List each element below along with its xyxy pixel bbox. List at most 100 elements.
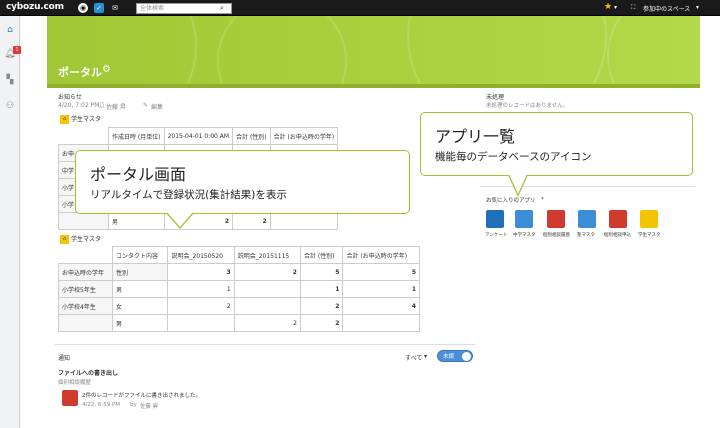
mail-icon[interactable]: ✉ bbox=[110, 3, 120, 13]
announcement-author[interactable]: 佐藤 昇 bbox=[106, 102, 126, 111]
table-cell: 5 bbox=[342, 263, 420, 281]
app-icon-consult-apply[interactable] bbox=[609, 210, 627, 228]
notification-title[interactable]: ファイルへの書き出し bbox=[58, 368, 118, 377]
table-cell: 2 bbox=[233, 314, 301, 332]
table-cell: 小学校4年生 bbox=[58, 297, 113, 315]
app1-name: 学生マスタ bbox=[71, 116, 102, 123]
people-icon[interactable]: ▚ bbox=[2, 72, 18, 88]
app-label[interactable]: アンケート bbox=[485, 232, 507, 238]
notification-message: 2件のレコードがファイルに書き出されました。 bbox=[82, 393, 202, 399]
portal-callout-tail-fill bbox=[167, 212, 193, 227]
app-icon-student-master[interactable] bbox=[640, 210, 658, 228]
cybozu-logo[interactable]: cybozu.com bbox=[6, 2, 64, 12]
search-input[interactable]: 全体検索 bbox=[136, 3, 232, 14]
table-header: コンタクト内容 bbox=[111, 246, 169, 264]
unprocessed-heading: 未処理 bbox=[486, 94, 505, 101]
app-icon-junior-master[interactable] bbox=[515, 210, 533, 228]
table-cell: お申込時の学年 bbox=[58, 263, 113, 281]
spaces-menu[interactable]: 参加中のスペース bbox=[643, 4, 690, 13]
app2-name: 学生マスタ bbox=[71, 236, 102, 243]
pencil-icon[interactable]: ✎ bbox=[143, 102, 148, 109]
table-row: 男 2 2 bbox=[58, 314, 420, 332]
table-cell: 1 bbox=[167, 280, 235, 298]
table-cell: 男 bbox=[111, 280, 169, 298]
notification-author[interactable]: 佐藤 昇 bbox=[140, 402, 158, 410]
unread-toggle[interactable]: 未読 bbox=[437, 350, 473, 362]
app-label[interactable]: 塾マスタ bbox=[577, 232, 595, 238]
portal-callout-subtitle: リアルタイムで登録状況(集計結果)を表示 bbox=[90, 189, 287, 201]
divider bbox=[55, 344, 475, 345]
table-header: 説明会_20150520 bbox=[167, 246, 235, 264]
table-cell: 2 bbox=[232, 212, 271, 230]
table-header: 合計 (性別) bbox=[232, 127, 271, 145]
table-row: コンタクト内容 説明会_20150520 説明会_20151115 合計 (性別… bbox=[59, 246, 420, 264]
app-icon-cram-master[interactable] bbox=[578, 210, 596, 228]
table-cell bbox=[233, 297, 301, 315]
table-header: 合計 (性別) bbox=[299, 246, 344, 264]
portal-banner bbox=[47, 16, 700, 88]
notification-badge: 1 bbox=[13, 46, 21, 54]
gear-icon[interactable]: ⚙ bbox=[102, 64, 111, 75]
favorites-caret-icon[interactable]: ▾ bbox=[541, 196, 544, 202]
favorites-star-icon[interactable]: ★ bbox=[604, 2, 612, 12]
app-icon-survey[interactable] bbox=[486, 210, 504, 228]
apps-callout-title: アプリ一覧 bbox=[435, 127, 516, 146]
announcement-heading: お知らせ bbox=[58, 94, 82, 101]
spaces-caret-icon[interactable]: ▾ bbox=[696, 4, 699, 11]
favorites-heading: お気に入りのアプリ bbox=[486, 198, 536, 204]
notifications-heading: 通知 bbox=[58, 355, 71, 362]
edit-link[interactable]: 編集 bbox=[151, 102, 163, 111]
table-row: 小学校4年生 女 2 2 4 bbox=[58, 297, 420, 315]
users-icon[interactable]: ⚇ bbox=[2, 98, 18, 114]
app-icon-consult-history[interactable] bbox=[547, 210, 565, 228]
table-cell bbox=[342, 314, 420, 332]
apps-callout: アプリ一覧 機能毎のデータベースのアイコン bbox=[420, 112, 693, 176]
page-title: ポータル bbox=[58, 66, 102, 79]
table-cell: 1 bbox=[342, 280, 420, 298]
apps-icon[interactable]: ◉ bbox=[78, 3, 88, 13]
app1-tag[interactable]: ⌂ 学生マスタ bbox=[60, 115, 101, 125]
table-row: 小学校5年生 男 1 1 1 bbox=[58, 280, 420, 298]
app2-tag[interactable]: ⌂ 学生マスタ bbox=[60, 235, 101, 245]
table-header: 2015-04-01 0:00 AM bbox=[163, 127, 234, 145]
table-cell bbox=[58, 212, 109, 230]
table-header: 合計 (お申込時の学年) bbox=[342, 246, 420, 264]
table-cell: 2 bbox=[233, 263, 301, 281]
app-label[interactable]: 個別相談申込 bbox=[604, 232, 631, 238]
table-cell: 男 bbox=[111, 314, 169, 332]
table-cell: 小学校5年生 bbox=[58, 280, 113, 298]
app-icon: ⌂ bbox=[60, 235, 69, 244]
notification-sub: 個別相談履歴 bbox=[58, 380, 92, 386]
notification-by: by bbox=[130, 402, 137, 408]
filter-select[interactable]: すべて bbox=[405, 353, 422, 362]
filter-caret-icon[interactable]: ▾ bbox=[424, 353, 427, 360]
top-bar: cybozu.com ◉ ✓ ✉ 全体検索 ⌕ ★ ▾ ⛶ 参加中のスペース ▾ bbox=[0, 0, 720, 16]
portal-callout-title: ポータル画面 bbox=[90, 165, 187, 184]
table-cell: 2 bbox=[299, 314, 344, 332]
search-icon[interactable]: ⌕ bbox=[220, 3, 230, 13]
unread-toggle-label: 未読 bbox=[443, 354, 455, 360]
table-row: 作成日時 (月単位) 2015-04-01 0:00 AM 合計 (性別) 合計… bbox=[59, 127, 339, 145]
home-icon[interactable]: ⌂ bbox=[2, 22, 18, 38]
user-icon: 👤︎ bbox=[98, 102, 106, 109]
kintone-icon[interactable]: ✓ bbox=[94, 3, 104, 13]
app-label[interactable]: 学生マスタ bbox=[638, 232, 661, 238]
table-cell: 2 bbox=[167, 297, 235, 315]
app-label[interactable]: 個別相談履歴 bbox=[543, 232, 570, 238]
table-cell: 2 bbox=[299, 297, 344, 315]
unprocessed-empty: 未処理のレコードはありません。 bbox=[486, 103, 569, 109]
table-row: 男 2 2 bbox=[58, 212, 339, 230]
app-label[interactable]: 中学マスタ bbox=[513, 232, 536, 238]
table-cell bbox=[233, 280, 301, 298]
spaces-icon[interactable]: ⛶ bbox=[631, 4, 635, 12]
favorites-caret-icon[interactable]: ▾ bbox=[614, 4, 617, 11]
table-header: 合計 (お申込時の学年) bbox=[269, 127, 339, 145]
banner-edge bbox=[47, 84, 700, 88]
apps-callout-subtitle: 機能毎のデータベースのアイコン bbox=[435, 151, 592, 163]
portal-callout: ポータル画面 リアルタイムで登録状況(集計結果)を表示 bbox=[75, 150, 410, 214]
table-cell: 1 bbox=[299, 280, 344, 298]
table-cell: 男 bbox=[108, 212, 165, 230]
document-icon bbox=[62, 390, 78, 406]
app-icon: ⌂ bbox=[60, 115, 69, 124]
table-cell bbox=[167, 314, 235, 332]
